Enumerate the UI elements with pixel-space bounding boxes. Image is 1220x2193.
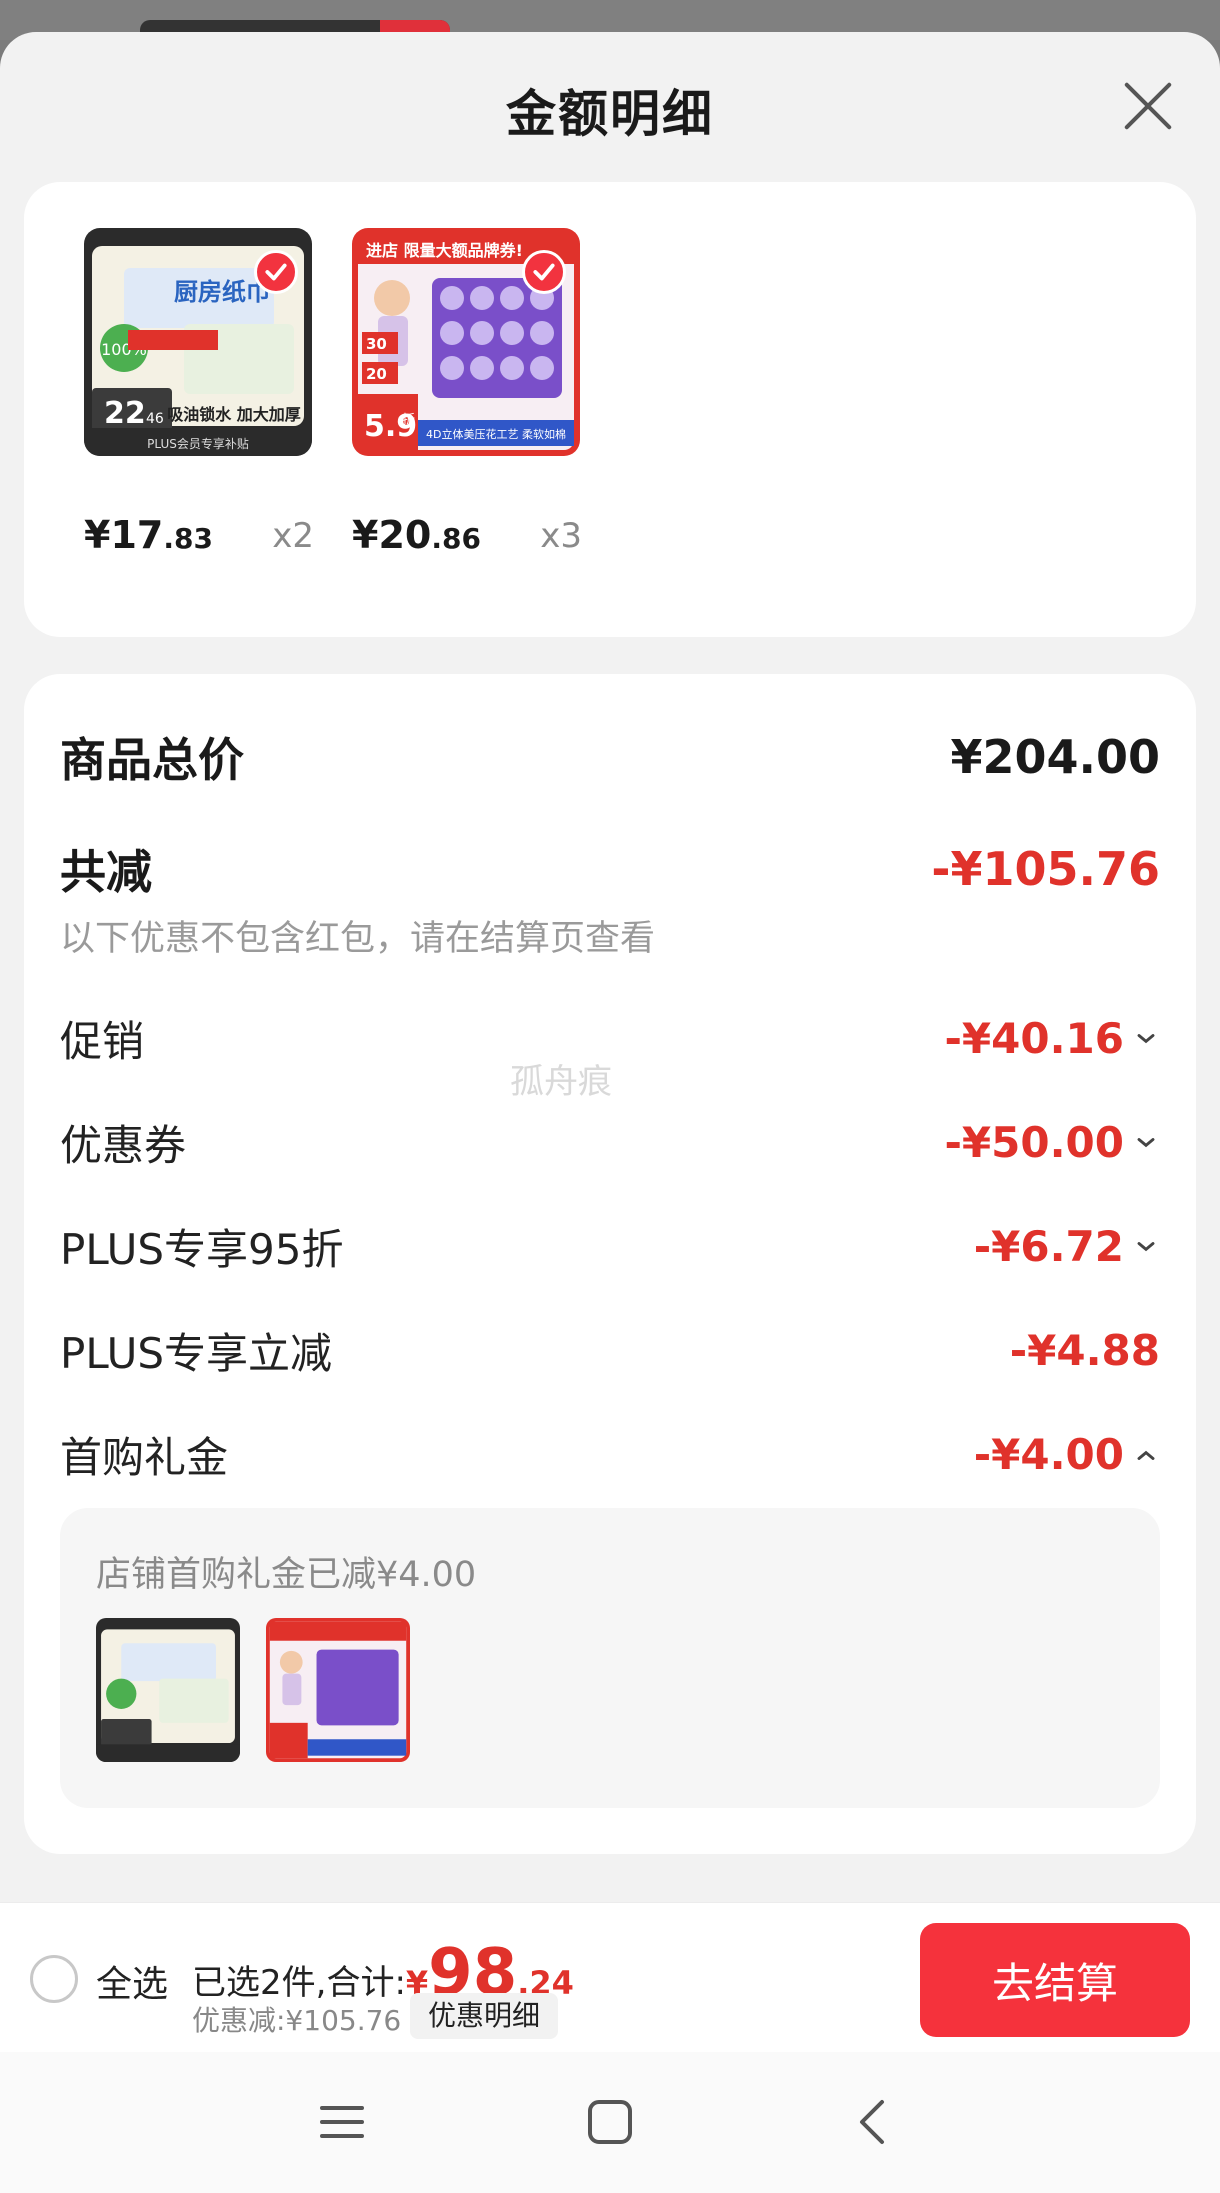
discount-value: -¥40.16 (944, 1014, 1160, 1063)
chevron-down-icon (1137, 1137, 1155, 1147)
discount-value: -¥6.72 (974, 1222, 1160, 1271)
back-chevron-icon[interactable] (844, 2092, 904, 2152)
discount-row-plus-reduce: PLUS专享立减 -¥4.88 (60, 1320, 1160, 1381)
gift-product-thumbnail (266, 1618, 410, 1762)
chevron-down-icon (1137, 1241, 1155, 1251)
product-price: ¥17.83 (84, 513, 213, 557)
discount-row-plus-95[interactable]: PLUS专享95折 -¥6.72 (60, 1216, 1160, 1277)
amount-detail-card: 商品总价 ¥204.00 共减 -¥105.76 以下优惠不包含红包，请在结算页… (24, 674, 1196, 1854)
product-price: ¥20.86 (352, 513, 481, 557)
product-item-1[interactable]: 100% 厨房纸巾 22 46 吸油锁水 加大加厚 PLUS会员专享补贴 ¥17… (84, 228, 314, 557)
discount-summary: 优惠减:¥105.76 (192, 2004, 402, 2037)
discount-row-first-purchase[interactable]: 首购礼金 -¥4.00 (60, 1424, 1160, 1485)
product-quantity: x3 (540, 516, 582, 556)
chevron-up-icon (1137, 1450, 1155, 1460)
discount-value: -¥4.88 (1009, 1326, 1160, 1375)
svg-text:46: 46 (146, 411, 164, 427)
discount-label: PLUS专享立减 (60, 1329, 333, 1378)
total-price-label: 商品总价 (60, 733, 244, 787)
svg-text:22: 22 (104, 396, 146, 431)
svg-text:4D立体美压花工艺 柔软如棉: 4D立体美压花工艺 柔软如棉 (426, 427, 566, 441)
home-square-icon[interactable] (580, 2092, 640, 2152)
total-price-value: ¥204.00 (950, 730, 1160, 784)
menu-icon[interactable] (312, 2092, 372, 2152)
checkout-bar: 全选 已选2件,合计: ¥ 98 .24 优惠减:¥105.76 优惠明细 去结… (0, 1902, 1220, 2052)
discount-label: 促销 (60, 1017, 145, 1066)
svg-text:折: 折 (402, 413, 415, 428)
svg-text:吸油锁水 加大加厚: 吸油锁水 加大加厚 (167, 405, 301, 424)
amount-detail-sheet: 金额明细 100% 厨房纸巾 22 46 吸油锁水 加大加厚 PLUS会员专享补… (0, 32, 1220, 2193)
discount-label: 首购礼金 (60, 1433, 229, 1482)
products-card: 100% 厨房纸巾 22 46 吸油锁水 加大加厚 PLUS会员专享补贴 ¥17… (24, 182, 1196, 637)
product-quantity: x2 (272, 516, 314, 556)
discount-label: PLUS专享95折 (60, 1225, 344, 1274)
system-nav-bar (0, 2052, 1220, 2193)
discount-value: -¥4.00 (974, 1430, 1160, 1479)
selected-check-icon (522, 250, 566, 294)
discount-value: -¥50.00 (944, 1118, 1160, 1167)
product-item-2[interactable]: 进店 限量大额品牌券! 30 20 5.9 折 4D立体美压花工艺 柔软如棉 ¥… (352, 228, 582, 557)
discount-detail-button[interactable]: 优惠明细 (410, 1993, 559, 2039)
product-thumbnail[interactable]: 进店 限量大额品牌券! 30 20 5.9 折 4D立体美压花工艺 柔软如棉 (352, 228, 580, 456)
gift-product-thumbnail (96, 1618, 240, 1762)
discount-label: 优惠券 (60, 1121, 187, 1170)
first-purchase-gift-panel: 店铺首购礼金已减¥4.00 (60, 1508, 1160, 1808)
chevron-down-icon (1137, 1033, 1155, 1043)
close-icon[interactable] (1120, 78, 1176, 134)
gift-note: 店铺首购礼金已减¥4.00 (96, 1555, 477, 1595)
sheet-title: 金额明细 (506, 85, 714, 143)
total-reduce-label: 共减 (60, 845, 152, 899)
watermark: 孤舟痕 (510, 1062, 612, 1102)
svg-text:30: 30 (366, 335, 387, 353)
total-price-row: 商品总价 ¥204.00 (60, 724, 1160, 790)
discount-row-coupon[interactable]: 优惠券 -¥50.00 (60, 1112, 1160, 1173)
svg-text:PLUS会员专享补贴: PLUS会员专享补贴 (147, 436, 249, 451)
selected-check-icon (254, 250, 298, 294)
total-reduce-row: 共减 -¥105.76 (60, 836, 1160, 902)
total-reduce-value: -¥105.76 (931, 842, 1160, 896)
product-thumbnail[interactable]: 100% 厨房纸巾 22 46 吸油锁水 加大加厚 PLUS会员专享补贴 (84, 228, 312, 456)
svg-text:20: 20 (366, 365, 387, 383)
svg-text:进店 限量大额品牌券!: 进店 限量大额品牌券! (366, 241, 523, 260)
checkout-button[interactable]: 去结算 (920, 1923, 1190, 2037)
discount-note: 以下优惠不包含红包，请在结算页查看 (60, 919, 656, 959)
select-all-radio[interactable] (30, 1955, 78, 2003)
select-all-label[interactable]: 全选 (96, 1955, 168, 2007)
